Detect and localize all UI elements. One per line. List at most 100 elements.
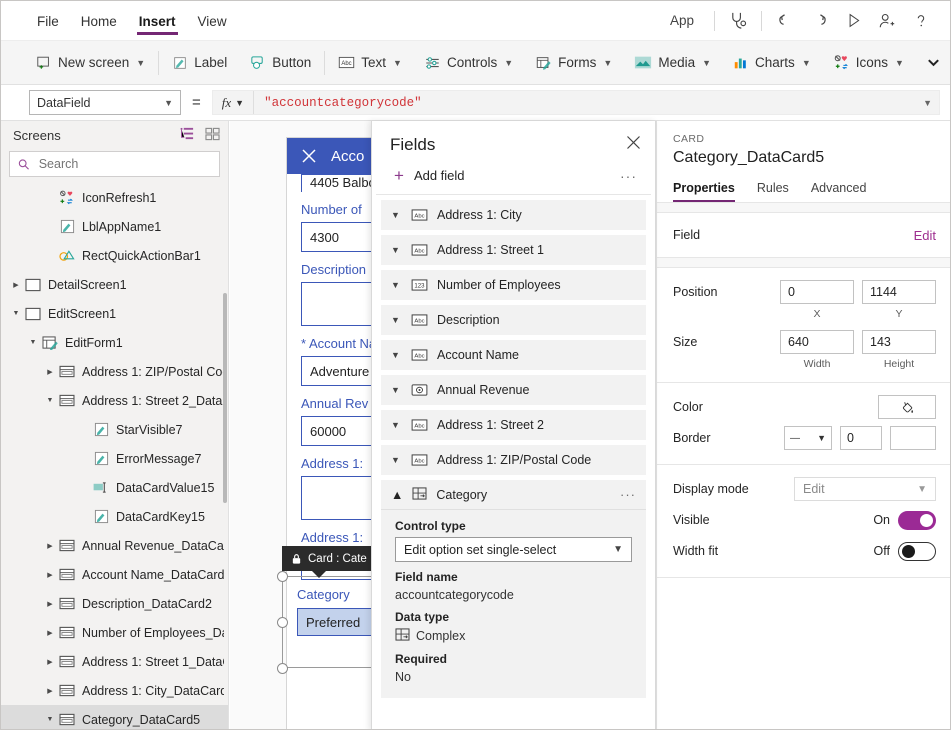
play-icon[interactable] [836, 6, 870, 36]
tree-item[interactable]: ▶Address 1: City_DataCard2 [1, 676, 228, 705]
chevron-right-icon[interactable]: ▶ [43, 368, 57, 376]
position-y-input[interactable]: 1144 [862, 280, 936, 304]
ellipsis-icon[interactable]: ··· [620, 487, 636, 502]
redo-icon[interactable] [802, 6, 836, 36]
stethoscope-icon[interactable] [721, 6, 755, 36]
tab-properties[interactable]: Properties [673, 176, 746, 202]
chevron-right-icon[interactable]: ▶ [43, 542, 57, 550]
chevron-down-icon[interactable]: ▼ [43, 397, 57, 404]
tree-item[interactable]: ▼Category_DataCard5 [1, 705, 228, 730]
tree-item[interactable]: ▶Account Name_DataCard2 [1, 560, 228, 589]
chevron-down-icon[interactable]: ▼ [391, 315, 402, 325]
app-label[interactable]: App [656, 13, 708, 28]
tree-view-icon[interactable] [180, 127, 195, 144]
border-width-input[interactable]: 0 [840, 426, 882, 450]
tree-item[interactable]: RectQuickActionBar1 [1, 241, 228, 270]
tab-rules[interactable]: Rules [746, 176, 800, 202]
border-style-select[interactable]: — ▼ [784, 426, 832, 450]
thumbnail-view-icon[interactable] [205, 127, 220, 144]
tree-item[interactable]: StarVisible7 [1, 415, 228, 444]
ribbon-media[interactable]: Media ▼ [623, 48, 722, 78]
chevron-down-icon[interactable]: ▼ [26, 339, 40, 346]
field-item[interactable]: ▼AbcAddress 1: Street 2 [381, 410, 646, 440]
menu-item-insert[interactable]: Insert [129, 5, 186, 37]
ellipsis-icon[interactable]: ··· [620, 168, 637, 184]
fx-button[interactable]: fx ▼ [213, 91, 254, 114]
menu-item-home[interactable]: Home [71, 5, 127, 37]
ribbon-icons[interactable]: Icons ▼ [822, 48, 915, 78]
chevron-down-icon[interactable]: ▼ [391, 245, 402, 255]
property-selector[interactable]: DataField ▼ [29, 90, 181, 115]
resize-handle-bl[interactable] [277, 663, 288, 674]
tab-advanced[interactable]: Advanced [800, 176, 878, 202]
chevron-down-icon[interactable]: ▼ [391, 210, 402, 220]
chevron-down-icon[interactable]: ▼ [391, 385, 402, 395]
fill-bucket-icon[interactable] [878, 395, 936, 419]
tree-item[interactable]: IconRefresh1 [1, 183, 228, 212]
chevron-right-icon[interactable]: ▶ [43, 687, 57, 695]
help-icon[interactable] [904, 6, 938, 36]
size-height-input[interactable]: 143 [862, 330, 936, 354]
search-input[interactable] [37, 156, 211, 172]
chevron-down-icon[interactable]: ▼ [391, 350, 402, 360]
close-icon[interactable] [626, 135, 641, 155]
border-color-swatch[interactable] [890, 426, 936, 450]
tree-item[interactable]: LblAppName1 [1, 212, 228, 241]
menu-item-file[interactable]: File [27, 5, 69, 37]
add-field-button[interactable]: + Add field ··· [376, 161, 651, 195]
tree-item[interactable]: ▶DetailScreen1 [1, 270, 228, 299]
width-fit-toggle[interactable] [898, 542, 936, 561]
field-item[interactable]: ▼AbcAccount Name [381, 340, 646, 370]
chevron-right-icon[interactable]: ▶ [43, 571, 57, 579]
field-category-header[interactable]: ▲ Category ··· [381, 480, 646, 510]
tree-scrollbar[interactable] [223, 293, 227, 503]
tree-item[interactable]: ▶Annual Revenue_DataCard2 [1, 531, 228, 560]
share-user-icon[interactable] [870, 6, 904, 36]
field-item[interactable]: ▼123Number of Employees [381, 270, 646, 300]
tree-item[interactable]: DataCardValue15 [1, 473, 228, 502]
tree-item[interactable]: ▶Description_DataCard2 [1, 589, 228, 618]
display-mode-select[interactable]: Edit ▼ [794, 477, 936, 501]
resize-handle-ml[interactable] [277, 617, 288, 628]
tree-item[interactable]: ▼EditScreen1 [1, 299, 228, 328]
chevron-down-icon[interactable]: ▼ [9, 310, 23, 317]
visible-toggle[interactable] [898, 511, 936, 530]
tree-item[interactable]: ▶Address 1: ZIP/Postal Code_ [1, 357, 228, 386]
position-x-input[interactable]: 0 [780, 280, 854, 304]
chevron-down-icon[interactable]: ▼ [391, 420, 402, 430]
ribbon-forms[interactable]: Forms ▼ [524, 48, 623, 78]
ribbon-label[interactable]: Label [161, 48, 238, 78]
tree-item[interactable]: ErrorMessage7 [1, 444, 228, 473]
formula-input[interactable]: fx ▼ "accountcategorycode" ▼ [212, 90, 940, 115]
tree-item[interactable]: ▶Number of Employees_Data [1, 618, 228, 647]
tree-item[interactable]: ▼Address 1: Street 2_DataCar [1, 386, 228, 415]
size-width-input[interactable]: 640 [780, 330, 854, 354]
ribbon-button[interactable]: Button [238, 48, 322, 78]
tree-item[interactable]: ▼EditForm1 [1, 328, 228, 357]
ribbon-controls[interactable]: Controls ▼ [413, 48, 524, 78]
tree-search-box[interactable] [9, 151, 220, 177]
field-item[interactable]: ▼Annual Revenue [381, 375, 646, 405]
tree-item[interactable]: DataCardKey15 [1, 502, 228, 531]
chevron-down-icon[interactable]: ▼ [391, 280, 402, 290]
undo-icon[interactable] [768, 6, 802, 36]
chevron-right-icon[interactable]: ▶ [43, 629, 57, 637]
field-item[interactable]: ▼AbcAddress 1: Street 1 [381, 235, 646, 265]
field-item[interactable]: ▼AbcAddress 1: City [381, 200, 646, 230]
chevron-right-icon[interactable]: ▶ [43, 600, 57, 608]
chevron-right-icon[interactable]: ▶ [43, 658, 57, 666]
ribbon-text[interactable]: Abc Text ▼ [327, 48, 413, 78]
chevron-down-icon[interactable]: ▼ [43, 716, 57, 723]
ribbon-overflow[interactable] [915, 48, 951, 78]
resize-handle-tl[interactable] [277, 571, 288, 582]
field-edit-link[interactable]: Edit [914, 228, 936, 243]
chevron-down-icon[interactable]: ▼ [391, 455, 402, 465]
menu-item-view[interactable]: View [188, 5, 237, 37]
chevron-right-icon[interactable]: ▶ [9, 281, 23, 289]
ribbon-charts[interactable]: Charts ▼ [722, 48, 822, 78]
field-item[interactable]: ▼AbcAddress 1: ZIP/Postal Code [381, 445, 646, 475]
ribbon-new-screen[interactable]: New screen ▼ [25, 48, 156, 78]
control-type-select[interactable]: Edit option set single-select ▼ [395, 537, 632, 562]
tree-item[interactable]: ▶Address 1: Street 1_DataCar [1, 647, 228, 676]
chevron-down-icon[interactable]: ▼ [923, 98, 932, 108]
